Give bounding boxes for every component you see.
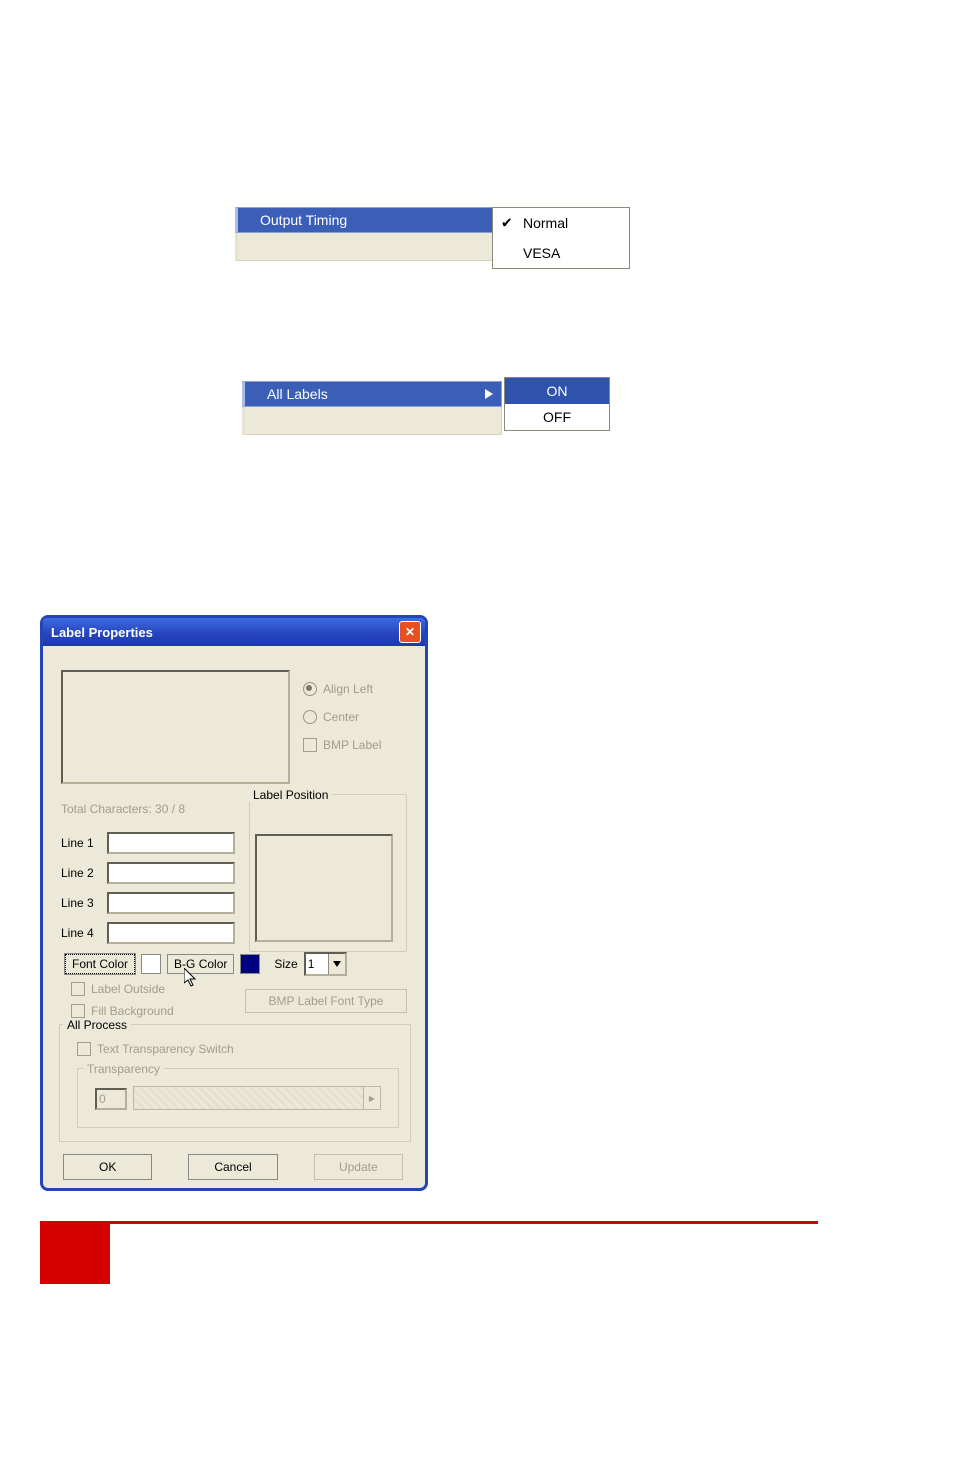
dialog-titlebar[interactable]: Label Properties ✕ [43,618,425,646]
ok-button[interactable]: OK [63,1154,152,1180]
text-transparency-switch-label: Text Transparency Switch [97,1042,234,1056]
label-position-legend: Label Position [249,788,332,802]
dialog-title: Label Properties [51,625,153,640]
check-icon: ✔ [501,215,513,232]
transparency-scroll-right[interactable]: ▶ [363,1086,381,1110]
align-left-radio[interactable]: Align Left [303,682,381,696]
chevron-down-icon [328,954,345,974]
cancel-button[interactable]: Cancel [188,1154,277,1180]
checkbox-icon [77,1042,91,1056]
font-color-swatch[interactable] [141,954,161,974]
bmp-label-label: BMP Label [323,738,381,752]
all-labels-menu: All Labels [242,381,502,435]
all-labels-option-off[interactable]: OFF [505,404,609,430]
line2-input[interactable] [107,862,235,884]
checkbox-icon [71,1004,85,1018]
fill-background-checkbox[interactable]: Fill Background [71,1004,174,1018]
color-size-row: Font Color B-G Color Size 1 [65,952,347,976]
page: Output Timing ✔ Normal VESA All Labels O… [0,0,954,1475]
menu-option-label: VESA [523,245,560,261]
output-timing-label: Output Timing [260,212,347,228]
align-center-label: Center [323,710,359,724]
size-value: 1 [306,954,328,974]
cancel-button-label: Cancel [214,1160,251,1174]
output-timing-option-normal[interactable]: ✔ Normal [493,208,629,238]
dialog-body: Align Left Center BMP Label Total Charac… [53,662,415,1178]
output-timing-option-vesa[interactable]: VESA [493,238,629,268]
radio-icon [303,682,317,696]
checkbox-icon [303,738,317,752]
chevron-right-icon: ▶ [369,1094,375,1103]
line4-input[interactable] [107,922,235,944]
footer-divider [40,1221,818,1224]
dialog-button-row: OK Cancel Update [63,1154,403,1180]
output-timing-submenu: ✔ Normal VESA [492,207,630,269]
line1-input[interactable] [107,832,235,854]
transparency-scrollbar[interactable] [133,1086,381,1110]
align-center-radio[interactable]: Center [303,710,381,724]
size-label: Size [274,957,297,971]
text-transparency-switch-checkbox[interactable]: Text Transparency Switch [77,1042,234,1056]
font-color-button[interactable]: Font Color [65,954,135,974]
footer-red-block [40,1224,110,1284]
bmp-font-type-button[interactable]: BMP Label Font Type [245,989,407,1013]
menu-option-label: ON [547,383,568,399]
update-button[interactable]: Update [314,1154,403,1180]
bg-color-swatch[interactable] [240,954,260,974]
line3-input[interactable] [107,892,235,914]
alignment-group: Align Left Center BMP Label [303,682,381,766]
line2-label: Line 2 [61,866,101,880]
bmp-font-type-label: BMP Label Font Type [269,994,384,1008]
ok-button-label: OK [99,1160,116,1174]
label-position-preview[interactable] [255,834,393,942]
label-outside-label: Label Outside [91,982,165,996]
bg-color-button[interactable]: B-G Color [167,954,234,974]
all-labels-menu-item[interactable]: All Labels [242,381,502,407]
font-color-button-label: Font Color [72,957,128,971]
label-properties-dialog: Label Properties ✕ Align Left Center BMP… [40,615,428,1191]
radio-icon [303,710,317,724]
label-outside-checkbox[interactable]: Label Outside [71,982,165,996]
menu-option-label: OFF [543,409,571,425]
line4-row: Line 4 [61,922,235,944]
fill-background-label: Fill Background [91,1004,174,1018]
line2-row: Line 2 [61,862,235,884]
transparency-value[interactable]: 0 [95,1088,127,1110]
all-labels-submenu: ON OFF [504,377,610,431]
bmp-label-checkbox[interactable]: BMP Label [303,738,381,752]
all-labels-label: All Labels [267,386,328,402]
line4-label: Line 4 [61,926,101,940]
update-button-label: Update [339,1160,378,1174]
align-left-label: Align Left [323,682,373,696]
line1-label: Line 1 [61,836,101,850]
label-preview-box [61,670,290,784]
close-button[interactable]: ✕ [399,621,421,643]
submenu-arrow-icon [485,386,493,402]
all-labels-option-on[interactable]: ON [505,378,609,404]
size-dropdown[interactable]: 1 [304,952,347,976]
close-icon: ✕ [405,625,415,639]
line3-row: Line 3 [61,892,235,914]
lines-group: Line 1 Line 2 Line 3 Line 4 [61,832,235,952]
total-characters-label: Total Characters: 30 / 8 [61,802,185,816]
menu-option-label: Normal [523,215,568,231]
bg-color-button-label: B-G Color [174,957,227,971]
all-process-legend: All Process [63,1018,131,1032]
menu-blank-row [242,409,502,435]
checkbox-icon [71,982,85,996]
transparency-legend: Transparency [83,1062,164,1076]
line3-label: Line 3 [61,896,101,910]
line1-row: Line 1 [61,832,235,854]
